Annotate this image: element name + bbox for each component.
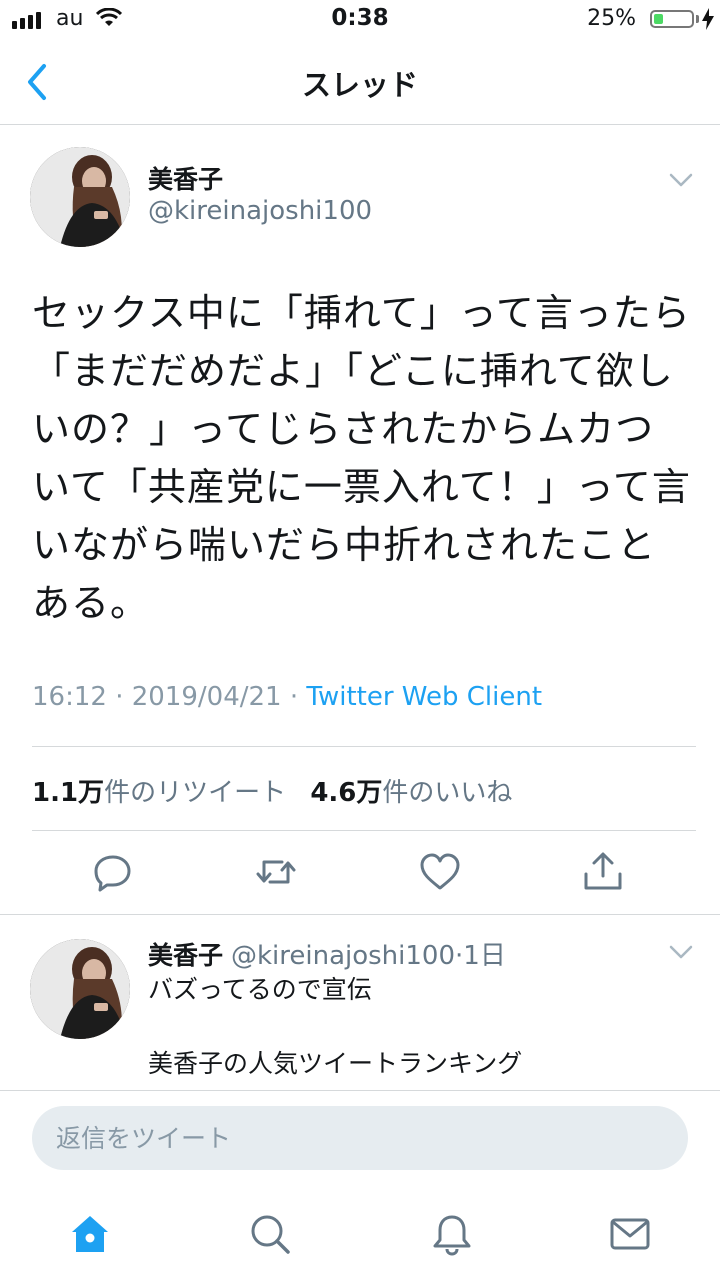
reply-text-line: 美香子の人気ツイートランキング [148, 1049, 523, 1078]
divider [32, 746, 696, 747]
reply-display-name[interactable]: 美香子 [148, 941, 223, 970]
tab-bar [0, 1186, 720, 1280]
like-count[interactable]: 4.6万件のいいね [310, 778, 512, 808]
messages-icon[interactable] [608, 1212, 652, 1256]
reply-text-line: バズってるので宣伝 [148, 975, 372, 1004]
avatar[interactable] [30, 147, 130, 247]
page-title: スレッド [301, 68, 418, 102]
meta-separator: · [289, 682, 299, 712]
reply-text: バズってるので宣伝 美香子の人気ツイートランキング [148, 972, 688, 1082]
tweet-meta: 16:12 · 2019/04/21 · Twitter Web Client [32, 682, 542, 712]
retweet-icon[interactable] [254, 850, 298, 894]
search-icon[interactable] [248, 1212, 292, 1256]
divider [32, 830, 696, 831]
retweet-count[interactable]: 1.1万件のリツイート [32, 778, 286, 808]
nav-bar: スレッド [0, 40, 720, 125]
like-icon[interactable] [418, 850, 462, 894]
tweet-actions [0, 850, 720, 898]
battery-tip [696, 15, 699, 23]
charging-bolt-icon [702, 8, 714, 30]
user-handle[interactable]: @kireinajoshi100 [148, 196, 372, 226]
tweet-time: 16:12 [32, 682, 107, 712]
client-link[interactable]: Twitter Web Client [306, 682, 542, 712]
reply-time: 1日 [463, 941, 506, 971]
chevron-down-icon[interactable] [668, 944, 694, 960]
meta-separator: · [115, 682, 124, 712]
reply-input[interactable] [32, 1106, 688, 1170]
battery-percent: 25% [587, 6, 636, 31]
tweet-date: 2019/04/21 [131, 682, 282, 712]
reply-bar [0, 1090, 720, 1187]
status-bar: au 0:38 25% [0, 0, 720, 40]
engagement-counts: 1.1万件のリツイート 4.6万件のいいね [32, 772, 512, 809]
display-name[interactable]: 美香子 [148, 160, 223, 196]
home-icon[interactable] [68, 1212, 112, 1256]
notifications-icon[interactable] [430, 1212, 474, 1256]
tweet-text: セックス中に「挿れて」って言ったら「まだだめだよ」「どこに挿れて欲しいの？」って… [32, 291, 691, 625]
share-icon[interactable] [581, 850, 625, 894]
reply-avatar[interactable] [30, 939, 130, 1039]
reply-header: 美香子 @kireinajoshi100·1日 [148, 935, 506, 972]
chevron-down-icon[interactable] [668, 172, 694, 188]
section-divider [0, 914, 720, 915]
reply-handle[interactable]: @kireinajoshi100 [231, 941, 455, 971]
reply-icon[interactable] [91, 850, 135, 894]
battery-icon [650, 10, 694, 28]
